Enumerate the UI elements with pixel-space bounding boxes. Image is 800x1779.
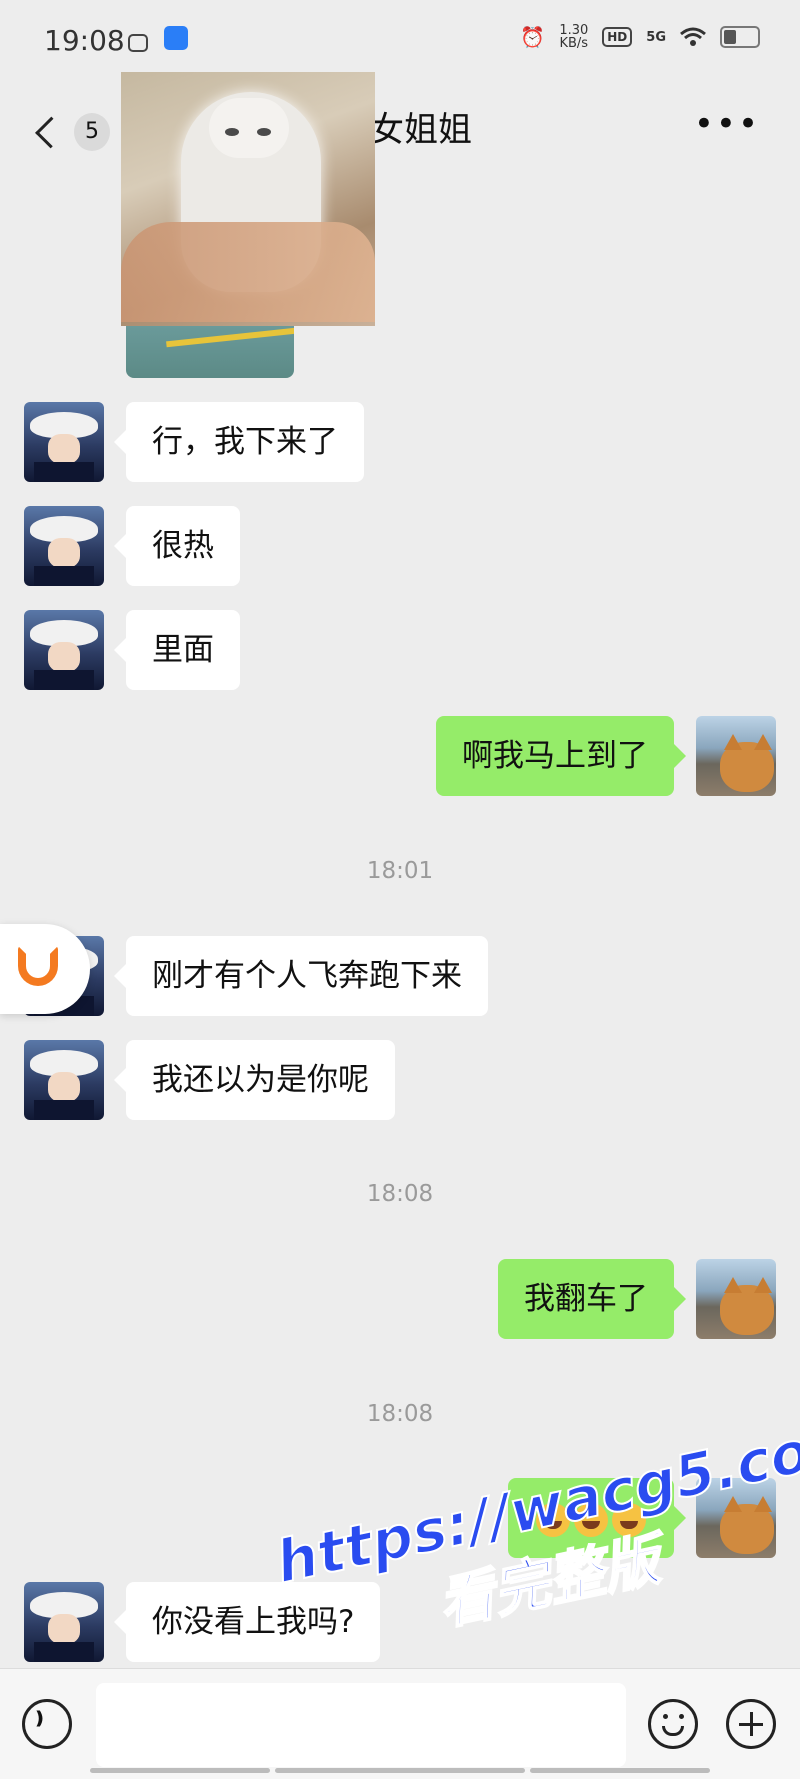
chat-header: 5 女姐姐 •••	[0, 84, 800, 204]
status-icons: ⏰ 1.30 KB/s HD 5G	[520, 24, 760, 50]
photo-message-partial[interactable]	[126, 326, 294, 378]
message-bubble[interactable]: 行，我下来了	[114, 402, 364, 482]
message-bubble[interactable]: 很热	[114, 506, 240, 586]
my-avatar[interactable]	[696, 1259, 776, 1339]
status-bar: 19:08 ⏰ 1.30 KB/s HD 5G	[0, 0, 800, 84]
net-speed: 1.30 KB/s	[559, 23, 589, 51]
message-bubble[interactable]: 我还以为是你呢	[114, 1040, 395, 1120]
contact-avatar[interactable]	[24, 610, 104, 690]
message-bubble[interactable]: 你没看上我吗?	[113, 1582, 381, 1662]
rofl-emoji-icon	[536, 1502, 570, 1537]
contact-avatar[interactable]	[24, 1582, 104, 1662]
chevron-left-icon	[35, 116, 67, 148]
contact-avatar[interactable]	[24, 506, 104, 586]
contact-avatar[interactable]	[24, 402, 104, 482]
notification-app-icon	[164, 26, 188, 50]
more-options-icon[interactable]: •••	[694, 107, 760, 141]
message-timestamp: 18:08	[366, 1401, 434, 1427]
emoji-message-bubble[interactable]	[508, 1478, 686, 1558]
signal-icon: 5G	[646, 29, 666, 45]
status-time: 19:08	[44, 24, 125, 57]
wifi-icon	[680, 27, 706, 46]
unread-count-badge: 5	[73, 113, 110, 151]
alarm-icon: ⏰	[520, 25, 546, 49]
hd-badge: HD	[602, 27, 633, 47]
my-avatar[interactable]	[696, 1478, 776, 1558]
message-timestamp: 18:01	[366, 858, 434, 884]
rofl-emoji-icon	[574, 1502, 608, 1537]
rofl-emoji-icon	[612, 1502, 646, 1537]
voice-icon[interactable]	[22, 1699, 72, 1749]
message-timestamp: 18:08	[366, 1181, 434, 1207]
floating-cat-image[interactable]	[121, 72, 375, 326]
didi-logo-icon	[18, 946, 58, 986]
message-bubble[interactable]: 啊我马上到了	[436, 716, 686, 796]
chat-title: 女姐姐	[370, 110, 472, 150]
message-bubble[interactable]: 我翻车了	[498, 1259, 686, 1339]
message-bubble[interactable]: 里面	[114, 610, 240, 690]
input-bar	[0, 1668, 800, 1779]
bilibili-app-icon	[128, 34, 148, 52]
message-bubble[interactable]: 刚才有个人飞奔跑下来	[114, 936, 488, 1016]
battery-icon	[720, 26, 760, 48]
back-button[interactable]: 5	[30, 102, 110, 162]
my-avatar[interactable]	[696, 716, 776, 796]
message-input[interactable]	[96, 1683, 626, 1767]
emoji-icon[interactable]	[648, 1699, 698, 1749]
plus-icon[interactable]	[726, 1699, 776, 1749]
didi-floating-icon[interactable]	[0, 924, 90, 1014]
contact-avatar[interactable]	[24, 1040, 104, 1120]
home-indicator	[90, 1768, 270, 1773]
